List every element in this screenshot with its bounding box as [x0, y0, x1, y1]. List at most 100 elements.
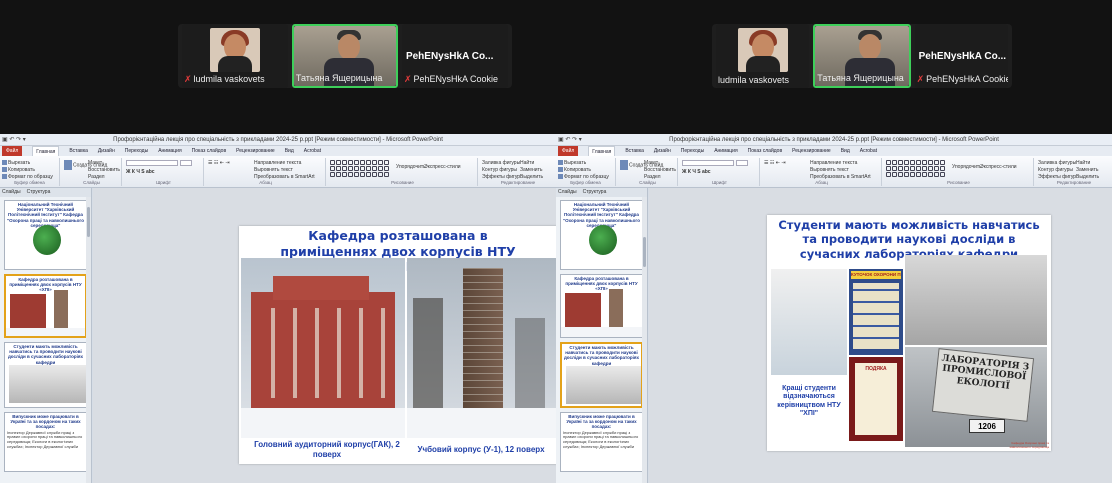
shapes-gallery[interactable]	[886, 160, 945, 177]
tab-slides-pane[interactable]: Слайды	[558, 188, 577, 197]
find-button[interactable]: Найти	[1076, 160, 1090, 166]
slide-thumbnail-1[interactable]: Національний Технічний Університет "Харк…	[4, 200, 87, 270]
list-buttons[interactable]: ☰ ☷ ⇤ ⇥	[764, 160, 786, 166]
lab-image	[566, 366, 641, 404]
text-direction-button[interactable]: Направление текста	[254, 160, 301, 166]
slide-thumbnail-4[interactable]: Випускник може працювати в Україні та за…	[560, 412, 643, 472]
tab-slideshow[interactable]: Показ слайдов	[748, 146, 782, 156]
tab-transitions[interactable]: Переходы	[681, 146, 704, 156]
layout-button[interactable]: Макет	[644, 160, 658, 166]
brush-icon	[2, 174, 7, 180]
font-size-select[interactable]	[180, 160, 192, 166]
slide-thumbnail-2[interactable]: Кафедра розташована в приміщеннях двох к…	[560, 274, 643, 338]
font-name-select[interactable]	[682, 160, 734, 166]
shape-fill-button[interactable]: Заливка фигуры	[1038, 160, 1076, 166]
group-clipboard: Вырезать Копировать Формат по образцу Бу…	[556, 158, 616, 186]
quick-access-toolbar[interactable]: ▣ ↶ ↷ ▾	[558, 134, 582, 146]
tree-image	[589, 225, 617, 255]
tab-review[interactable]: Рецензирование	[792, 146, 831, 156]
participant-tile-ludmila[interactable]: ludmila vaskovets	[716, 24, 810, 88]
tab-design[interactable]: Дизайн	[654, 146, 671, 156]
thumbnail-scrollbar[interactable]	[86, 197, 91, 483]
slide-thumbnail-4[interactable]: Випускник може працювати в Україні та за…	[4, 412, 87, 472]
tab-outline-pane[interactable]: Структура	[27, 188, 51, 197]
participant-avatar	[209, 28, 260, 72]
tab-slideshow[interactable]: Показ слайдов	[192, 146, 226, 156]
slide-thumbnail-2[interactable]: Кафедра розташована в приміщеннях двох к…	[4, 274, 87, 338]
align-text-button[interactable]: Выровнять текст	[254, 167, 293, 173]
participant-tile-tatyana[interactable]: Татьяна Ящерицына	[291, 24, 398, 88]
tab-home[interactable]: Главная	[32, 146, 60, 156]
tab-insert[interactable]: Вставка	[625, 146, 644, 156]
cut-button[interactable]: Вырезать	[558, 160, 586, 166]
tab-slides-pane[interactable]: Слайды	[2, 188, 21, 197]
current-slide[interactable]: Кафедра розташована в приміщеннях двох к…	[239, 226, 556, 464]
tab-review[interactable]: Рецензирование	[236, 146, 275, 156]
tab-acrobat[interactable]: Acrobat	[304, 146, 321, 156]
shape-fill-button[interactable]: Заливка фигуры	[482, 160, 520, 166]
arrange-button[interactable]: Упорядочить	[396, 164, 426, 170]
thumbnail-scrollbar[interactable]	[642, 197, 647, 483]
group-paragraph: ☰ ☷ ⇤ ⇥ Направление текста Выровнять тек…	[762, 158, 882, 186]
bold-button[interactable]: Ж К Ч S abc	[126, 169, 155, 175]
tab-transitions[interactable]: Переходы	[125, 146, 148, 156]
font-size-select[interactable]	[736, 160, 748, 166]
tab-file[interactable]: Файл	[558, 146, 579, 156]
align-text-button[interactable]: Выровнять текст	[810, 167, 849, 173]
lab-sign-photo: ЛАБОРАТОРІЯ З ПРОМИСЛОВОЇ ЕКОЛОГІЇ 1206	[905, 347, 1047, 447]
award-photo: ПОДЯКА	[849, 357, 903, 441]
copy-button[interactable]: Копировать	[558, 167, 591, 173]
tree-image	[33, 225, 61, 255]
replace-button[interactable]: Заменить	[1076, 167, 1098, 173]
tower-building-photo	[407, 258, 556, 438]
tab-acrobat[interactable]: Acrobat	[860, 146, 877, 156]
slide-thumbnail-3[interactable]: Студенти мають можливість навчатись та п…	[560, 342, 643, 408]
list-buttons[interactable]: ☰ ☷ ⇤ ⇥	[208, 160, 230, 166]
slide-thumbnail-pane: Слайды Структура Національний Технічний …	[556, 188, 648, 483]
tab-view[interactable]: Вид	[841, 146, 850, 156]
tab-animations[interactable]: Анимация	[714, 146, 737, 156]
cut-button[interactable]: Вырезать	[2, 160, 30, 166]
participant-tile-cookie[interactable]: PehENysHkA Co... ✗ PehENysHkA Cookie	[914, 24, 1008, 88]
layout-button[interactable]: Макет	[88, 160, 102, 166]
reset-button[interactable]: Восстановить	[644, 167, 676, 173]
tab-view[interactable]: Вид	[285, 146, 294, 156]
slide-thumbnail-pane: Слайды Структура Національний Технічний …	[0, 188, 92, 483]
text-direction-button[interactable]: Направление текста	[810, 160, 857, 166]
bold-button[interactable]: Ж К Ч S abc	[682, 169, 711, 175]
group-slides: Создать слайд Макет Восстановить Раздел …	[618, 158, 678, 186]
current-slide[interactable]: Студенти мають можливість навчатись та п…	[767, 215, 1051, 451]
reset-button[interactable]: Восстановить	[88, 167, 120, 173]
participant-tile-ludmila[interactable]: ✗ ludmila vaskovets	[182, 24, 288, 88]
group-editing: Заливка фигуры Контур фигуры Эффекты фиг…	[482, 160, 544, 185]
shape-outline-button[interactable]: Контур фигуры	[482, 167, 517, 173]
quick-access-toolbar[interactable]: ▣ ↶ ↷ ▾	[2, 134, 26, 146]
quick-styles-button[interactable]: Экспресс-стили	[424, 164, 461, 170]
tab-insert[interactable]: Вставка	[69, 146, 88, 156]
lab-photo-1	[771, 269, 847, 375]
quick-styles-button[interactable]: Экспресс-стили	[980, 164, 1017, 170]
find-button[interactable]: Найти	[520, 160, 534, 166]
slide-thumbnail-3[interactable]: Студенти мають можливість навчатись та п…	[4, 342, 87, 408]
participant-tile-cookie[interactable]: PehENysHkA Co... ✗ PehENysHkA Cookie	[401, 24, 508, 88]
participant-tile-tatyana[interactable]: Татьяна Ящерицына	[813, 24, 911, 88]
shapes-gallery[interactable]	[330, 160, 389, 177]
arrange-button[interactable]: Упорядочить	[952, 164, 982, 170]
shape-outline-button[interactable]: Контур фигуры	[1038, 167, 1073, 173]
group-editing: Заливка фигуры Контур фигуры Эффекты фиг…	[1038, 160, 1100, 185]
replace-button[interactable]: Заменить	[520, 167, 542, 173]
tab-design[interactable]: Дизайн	[98, 146, 115, 156]
tab-file[interactable]: Файл	[2, 146, 23, 156]
shared-screen: ▣ ↶ ↷ ▾ Профорієнтаційна лекція про спец…	[556, 134, 1112, 483]
slide-canvas: Кафедра розташована в приміщеннях двох к…	[93, 188, 556, 483]
tab-animations[interactable]: Анимация	[158, 146, 181, 156]
copy-button[interactable]: Копировать	[2, 167, 35, 173]
caption-right: Учбовий корпус (У-1), 12 поверх	[417, 445, 545, 454]
participant-name: ludmila vaskovets	[718, 75, 790, 85]
copy-icon	[558, 167, 563, 173]
tab-home[interactable]: Главная	[588, 146, 616, 156]
font-name-select[interactable]	[126, 160, 178, 166]
group-drawing: Упорядочить Экспресс-стили Рисование	[884, 158, 1034, 186]
slide-thumbnail-1[interactable]: Національний Технічний Університет "Харк…	[560, 200, 643, 270]
tab-outline-pane[interactable]: Структура	[583, 188, 607, 197]
